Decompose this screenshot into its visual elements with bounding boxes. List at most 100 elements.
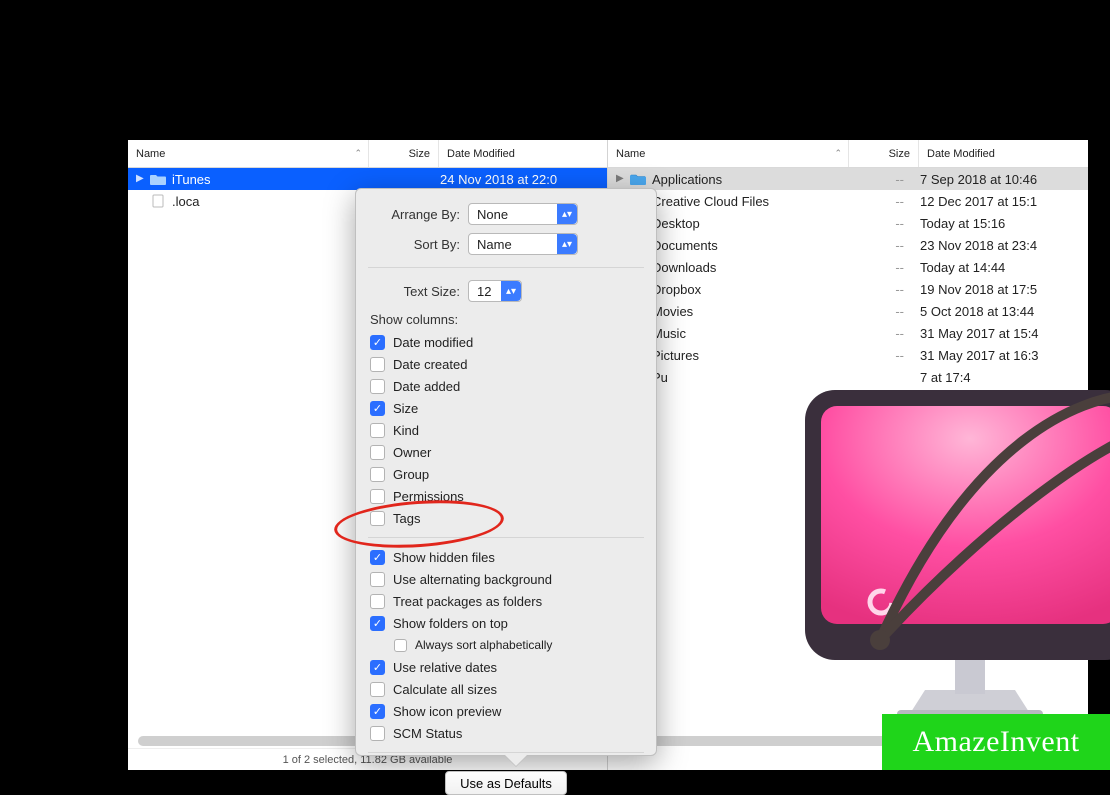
row-name: Desktop [652,216,842,231]
checkbox-label: Tags [393,511,420,526]
disclosure-triangle-icon[interactable]: ▶ [616,173,628,185]
checkbox-label: Permissions [393,489,464,504]
row-name: Documents [652,238,842,253]
table-row[interactable]: ▶Pictures--31 May 2017 at 16:3 [608,344,1088,366]
checkbox-label: Show folders on top [393,616,508,631]
checkbox[interactable] [370,572,385,587]
row-date: 24 Nov 2018 at 22:0 [432,172,607,187]
table-row[interactable]: ▶Desktop--Today at 15:16 [608,212,1088,234]
col-header-name[interactable]: Name⌃ [128,148,368,160]
row-name: Movies [652,304,842,319]
sort-caret-icon: ⌃ [834,148,842,159]
checkbox-label: Use alternating background [393,572,552,587]
row-date: 7 Sep 2018 at 10:46 [912,172,1088,187]
row-date: 31 May 2017 at 15:4 [912,326,1088,341]
popover-tail [504,754,528,766]
checkbox[interactable] [370,423,385,438]
checkbox[interactable] [370,489,385,504]
checkbox-label: Always sort alphabetically [415,638,552,652]
select-caret-icon: ▴▾ [557,234,577,254]
right-pane: Name⌃ Size Date Modified ▶Applications--… [608,140,1088,770]
row-name: Applications [652,172,842,187]
checkbox-label: Calculate all sizes [393,682,497,697]
view-options-popover: Arrange By: None ▴▾ Sort By: Name ▴▾ Tex… [355,188,657,756]
arrange-by-select[interactable]: None ▴▾ [468,203,578,225]
row-date: 5 Oct 2018 at 13:44 [912,304,1088,319]
folder-icon [150,172,166,186]
checkbox-label: Kind [393,423,419,438]
checkbox-label: Date created [393,357,467,372]
checkbox[interactable]: ✓ [370,660,385,675]
col-header-size[interactable]: Size [848,140,918,167]
file-icon [150,194,166,208]
row-size: -- [842,326,912,341]
checkbox[interactable]: ✓ [370,401,385,416]
row-size: -- [842,348,912,363]
checkbox-label: Date added [393,379,460,394]
row-date: 7 at 17:4 [912,370,1088,385]
table-row[interactable]: ▶Creative Cloud Files--12 Dec 2017 at 15… [608,190,1088,212]
checkbox[interactable]: ✓ [370,616,385,631]
col-header-size[interactable]: Size [368,140,438,167]
table-row[interactable]: ▶Movies--5 Oct 2018 at 13:44 [608,300,1088,322]
table-row[interactable]: ▶Documents--23 Nov 2018 at 23:4 [608,234,1088,256]
select-caret-icon: ▴▾ [501,281,521,301]
checkbox[interactable] [370,357,385,372]
checkbox-label: Show hidden files [393,550,495,565]
checkbox-label: SCM Status [393,726,462,741]
sort-caret-icon: ⌃ [354,148,362,159]
disclosure-triangle-icon[interactable]: ▶ [136,173,148,185]
folder-icon [630,172,646,186]
checkbox-label: Use relative dates [393,660,497,675]
row-date: Today at 14:44 [912,260,1088,275]
row-date: 19 Nov 2018 at 17:5 [912,282,1088,297]
checkbox[interactable] [370,682,385,697]
col-header-date[interactable]: Date Modified [438,140,607,167]
row-name: Dropbox [652,282,842,297]
col-header-date[interactable]: Date Modified [918,140,1088,167]
checkbox[interactable]: ✓ [370,335,385,350]
table-row[interactable]: ▶iTunes24 Nov 2018 at 22:0 [128,168,607,190]
row-name: Music [652,326,842,341]
checkbox[interactable]: ✓ [370,550,385,565]
checkbox[interactable]: ✓ [370,704,385,719]
table-row[interactable]: ▶Applications--7 Sep 2018 at 10:46 [608,168,1088,190]
checkbox[interactable] [370,511,385,526]
checkbox[interactable] [370,594,385,609]
checkbox-label: Show icon preview [393,704,501,719]
row-size: -- [842,194,912,209]
row-date: 12 Dec 2017 at 15:1 [912,194,1088,209]
checkbox-label: Treat packages as folders [393,594,542,609]
row-name: .loca [172,194,362,209]
row-date: Today at 15:16 [912,216,1088,231]
text-size-label: Text Size: [368,284,468,299]
row-name: Pu [652,370,842,385]
sort-by-select[interactable]: Name ▴▾ [468,233,578,255]
watermark: AmazeInvent [882,714,1110,770]
table-row[interactable]: ▶Downloads--Today at 14:44 [608,256,1088,278]
column-header: Name⌃ Size Date Modified [128,140,607,168]
row-size: -- [842,282,912,297]
checkbox-always-sort-alpha[interactable] [394,639,407,652]
show-columns-label: Show columns: [368,306,644,331]
checkbox[interactable] [370,467,385,482]
checkbox[interactable] [370,445,385,460]
row-size: -- [842,216,912,231]
column-header: Name⌃ Size Date Modified [608,140,1088,168]
row-size: -- [842,260,912,275]
checkbox[interactable] [370,379,385,394]
table-row[interactable]: ▶Dropbox--19 Nov 2018 at 17:5 [608,278,1088,300]
checkbox-label: Owner [393,445,431,460]
sort-by-label: Sort By: [368,237,468,252]
checkbox[interactable] [370,726,385,741]
col-header-name[interactable]: Name⌃ [608,148,848,160]
checkbox-label: Size [393,401,418,416]
table-row[interactable]: ▶Pu7 at 17:4 [608,366,1088,388]
use-as-defaults-button[interactable]: Use as Defaults [445,771,567,795]
text-size-select[interactable]: 12 ▴▾ [468,280,522,302]
checkbox-label: Group [393,467,429,482]
checkbox-label: Date modified [393,335,473,350]
row-name: Pictures [652,348,842,363]
table-row[interactable]: ▶Music--31 May 2017 at 15:4 [608,322,1088,344]
row-size: -- [842,238,912,253]
